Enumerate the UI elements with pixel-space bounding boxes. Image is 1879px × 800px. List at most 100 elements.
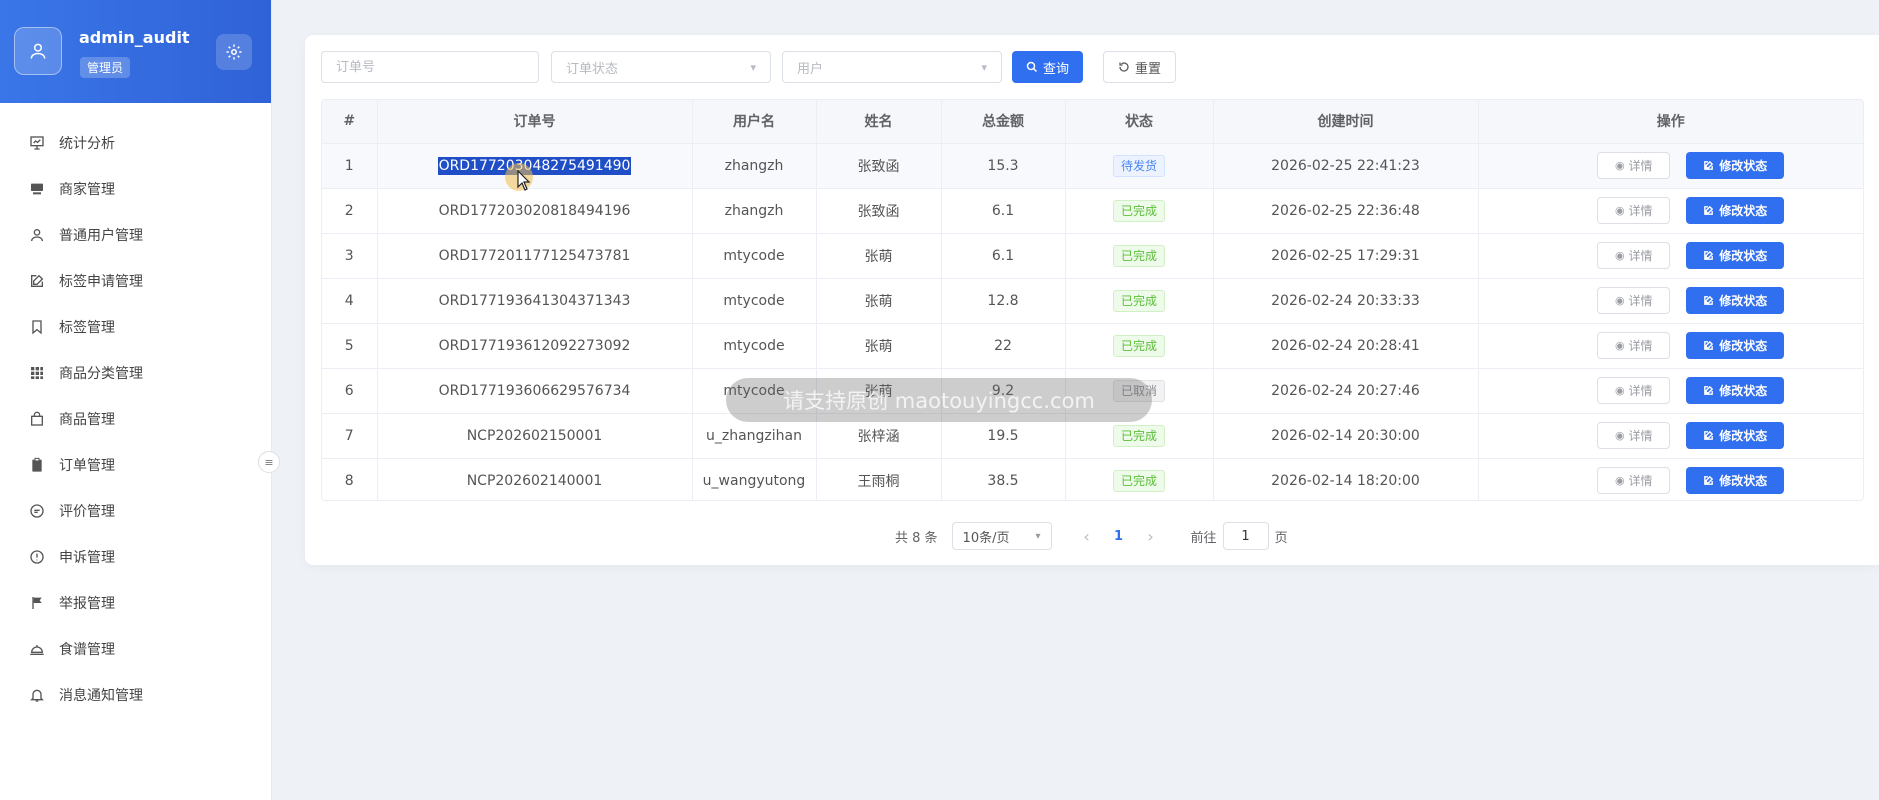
sidebar-item-notifications[interactable]: 消息通知管理 xyxy=(0,672,271,718)
edit-icon xyxy=(1704,476,1714,486)
cell-amount: 6.1 xyxy=(941,233,1066,279)
sidebar-item-label: 商品分类管理 xyxy=(59,366,143,382)
sidebar-item-label: 商家管理 xyxy=(59,182,115,198)
settings-button[interactable] xyxy=(216,34,252,70)
cell-username: u_wangyutong xyxy=(692,458,817,500)
sidebar-item-orders[interactable]: 订单管理 xyxy=(0,442,271,488)
cell-username: mtycode xyxy=(692,323,817,369)
page-size-select[interactable]: 10条/页 ▾ xyxy=(951,522,1052,550)
sidebar-item-label: 申诉管理 xyxy=(59,550,115,566)
row-actions: ◉ 详情 修改状态 xyxy=(1479,422,1864,449)
table-row[interactable]: 5 ORD177193612092273092 mtycode 张萌 22 已完成 2026… xyxy=(322,323,1864,369)
reset-button[interactable]: 重置 xyxy=(1103,51,1176,83)
table-header-row: # 订单号 用户名 姓名 总金额 状态 创建时间 操作 xyxy=(322,100,1863,144)
detail-button[interactable]: ◉ 详情 xyxy=(1597,332,1671,359)
sidebar-item-users[interactable]: 普通用户管理 xyxy=(0,212,271,258)
order-no-field[interactable] xyxy=(321,51,539,83)
cell-order-no: ORD177193641304371343 xyxy=(377,278,693,324)
detail-button[interactable]: ◉ 详情 xyxy=(1597,152,1671,179)
modify-status-button-label: 修改状态 xyxy=(1719,294,1768,308)
modify-status-button-label: 修改状态 xyxy=(1719,429,1768,443)
order-status-select[interactable]: 订单状态 ▾ xyxy=(551,51,771,83)
status-badge: 已完成 xyxy=(1112,334,1165,357)
detail-button[interactable]: ◉ 详情 xyxy=(1597,287,1671,314)
selected-order-text[interactable]: ORD1772030482754914​90 xyxy=(437,156,632,175)
cell-status: 已完成 xyxy=(1065,458,1214,500)
cell-amount: 22 xyxy=(941,323,1066,369)
page-size-value: 10条/页 xyxy=(962,530,1010,546)
sidebar-item-tag-applications[interactable]: 标签申请管理 xyxy=(0,258,271,304)
detail-button-label: 详情 xyxy=(1628,159,1653,173)
table-row[interactable]: 4 ORD177193641304371343 mtycode 张萌 12.8 已完成 20… xyxy=(322,278,1864,324)
eye-icon: ◉ xyxy=(1614,339,1625,352)
sidebar-item-statistics[interactable]: 统计分析 xyxy=(0,120,271,166)
cell-created: 2026-02-25 22:36:48 xyxy=(1213,188,1479,234)
pagination: 共 8 条 10条/页 ▾ ‹ 1 › 前往 页 xyxy=(895,521,1288,551)
next-page-icon[interactable]: › xyxy=(1136,527,1166,546)
sidebar-item-tags[interactable]: 标签管理 xyxy=(0,304,271,350)
status-badge: 已完成 xyxy=(1112,424,1165,447)
sidebar-menu: 统计分析 商家管理 普通用户管理 标签申请管理 标签管理 商品分类管理 商品管理… xyxy=(0,120,271,718)
column-header-name: 姓名 xyxy=(816,100,942,144)
user-select[interactable]: 用户 ▾ xyxy=(782,51,1002,83)
detail-button[interactable]: ◉ 详情 xyxy=(1597,377,1671,404)
clipboard-icon xyxy=(28,457,45,474)
table-row[interactable]: 3 ORD177201177125473781 mtycode 张萌 6.1 已完成 202… xyxy=(322,233,1863,279)
table-row[interactable]: 8 NCP202602140001 u_wangyutong 王雨桐 38.5 已完成 20… xyxy=(322,458,1863,500)
avatar[interactable] xyxy=(14,27,62,75)
sidebar-item-label: 标签申请管理 xyxy=(59,274,143,290)
cell-status: 已完成 xyxy=(1065,188,1214,234)
prev-page-icon[interactable]: ‹ xyxy=(1072,527,1102,546)
app-root: admin_audit 管理员 统计分析 商家管理 普通用户管理 标签申请管理 xyxy=(0,0,1879,800)
search-button[interactable]: 查询 xyxy=(1012,51,1083,83)
sidebar-item-merchants[interactable]: 商家管理 xyxy=(0,166,271,212)
cell-index: 8 xyxy=(322,458,378,500)
modify-status-button[interactable]: 修改状态 xyxy=(1686,242,1785,269)
sidebar-item-label: 订单管理 xyxy=(59,458,115,474)
detail-button[interactable]: ◉ 详情 xyxy=(1597,197,1671,224)
modify-status-button[interactable]: 修改状态 xyxy=(1686,197,1785,224)
page-number-current[interactable]: 1 xyxy=(1102,529,1136,544)
modify-status-button[interactable]: 修改状态 xyxy=(1686,152,1785,179)
status-badge: 已完成 xyxy=(1112,469,1165,492)
table-row[interactable]: 2 ORD177203020818494196 zhangzh 张致函 6.1 已完成 20… xyxy=(322,188,1863,234)
row-actions: ◉ 详情 修改状态 xyxy=(1479,287,1864,314)
page-suffix: 页 xyxy=(1274,530,1288,546)
status-badge: 已完成 xyxy=(1112,199,1165,222)
column-header-index: # xyxy=(322,100,378,144)
eye-icon: ◉ xyxy=(1614,159,1625,172)
order-no-input[interactable] xyxy=(336,59,524,75)
sidebar-item-label: 食谱管理 xyxy=(59,642,115,658)
goto-label: 前往 xyxy=(1190,530,1217,546)
chat-icon xyxy=(28,503,45,520)
cell-index: 4 xyxy=(322,278,378,324)
modify-status-button[interactable]: 修改状态 xyxy=(1686,467,1785,495)
edit-icon xyxy=(1704,160,1714,170)
edit-icon xyxy=(1704,250,1714,260)
detail-button[interactable]: ◉ 详情 xyxy=(1597,467,1671,495)
sidebar-item-categories[interactable]: 商品分类管理 xyxy=(0,350,271,396)
table-row[interactable]: 1 ORD1772030482754914​90 zhangzh 张致函 15.3 待发货… xyxy=(322,143,1863,189)
sidebar-header: admin_audit 管理员 xyxy=(0,0,271,103)
sidebar-item-reviews[interactable]: 评价管理 xyxy=(0,488,271,534)
modify-status-button[interactable]: 修改状态 xyxy=(1686,332,1785,359)
row-actions: ◉ 详情 修改状态 xyxy=(1479,332,1864,359)
sidebar-collapse-button[interactable]: ≡ xyxy=(258,451,280,473)
detail-button[interactable]: ◉ 详情 xyxy=(1597,242,1671,269)
detail-button[interactable]: ◉ 详情 xyxy=(1597,422,1671,449)
modify-status-button[interactable]: 修改状态 xyxy=(1686,287,1785,314)
chart-board-icon xyxy=(28,135,45,152)
cell-amount: 6.1 xyxy=(941,188,1066,234)
edit-icon xyxy=(1704,340,1714,350)
cell-status: 待发货 xyxy=(1065,143,1214,189)
goto-page-input[interactable] xyxy=(1222,522,1269,550)
sidebar-item-appeals[interactable]: 申诉管理 xyxy=(0,534,271,580)
chevron-down-icon: ▾ xyxy=(1035,530,1041,542)
chevron-down-icon: ▾ xyxy=(981,60,987,74)
sidebar-item-reports[interactable]: 举报管理 xyxy=(0,580,271,626)
sidebar-item-products[interactable]: 商品管理 xyxy=(0,396,271,442)
status-badge: 待发货 xyxy=(1112,154,1165,177)
sidebar-item-recipes[interactable]: 食谱管理 xyxy=(0,626,271,672)
modify-status-button[interactable]: 修改状态 xyxy=(1686,422,1785,449)
modify-status-button[interactable]: 修改状态 xyxy=(1686,377,1785,404)
